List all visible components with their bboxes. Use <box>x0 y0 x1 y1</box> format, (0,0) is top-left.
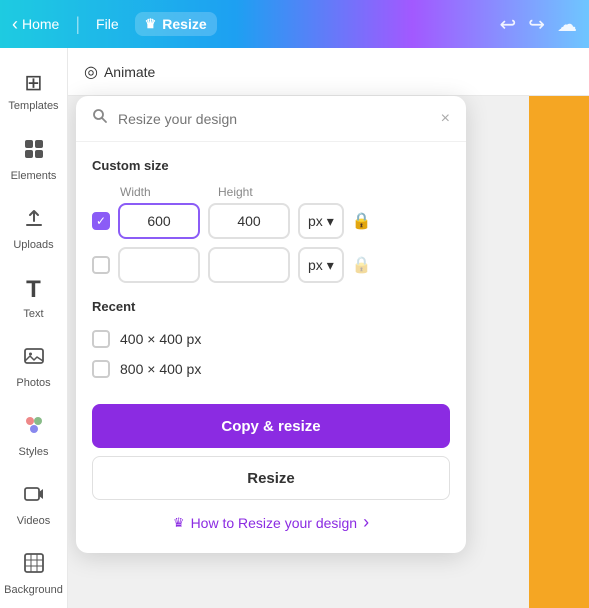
styles-label: Styles <box>19 446 49 458</box>
home-label: Home <box>22 16 59 32</box>
home-button[interactable]: ‹ Home <box>12 14 59 35</box>
uploads-label: Uploads <box>13 239 53 251</box>
width-col-label: Width <box>120 185 202 199</box>
row1-height-input[interactable] <box>208 203 290 239</box>
row1-lock-icon[interactable]: 🔒 <box>352 211 372 231</box>
canvas-yellow-strip <box>529 48 589 608</box>
tab-strip: ◎ Animate <box>68 48 589 96</box>
templates-label: Templates <box>8 100 58 112</box>
videos-icon <box>23 483 45 511</box>
sidebar-item-background[interactable]: Background <box>0 539 68 608</box>
animate-label: Animate <box>104 64 155 80</box>
undo-button[interactable]: ↩ <box>499 12 516 37</box>
how-to-link[interactable]: ♛ How to Resize your design › <box>92 500 450 537</box>
search-bar: × <box>76 96 466 142</box>
size-row-1: ✓ px ▾ 🔒 <box>92 203 450 239</box>
row1-checkbox[interactable]: ✓ <box>92 212 110 230</box>
uploads-icon <box>23 207 45 235</box>
copy-resize-button[interactable]: Copy & resize <box>92 404 450 448</box>
custom-size-label: Custom size <box>92 158 450 173</box>
row1-width-input[interactable] <box>118 203 200 239</box>
search-close-icon[interactable]: × <box>441 110 450 128</box>
size-row-2: px ▾ 🔒 <box>92 247 450 283</box>
row2-lock-icon[interactable]: 🔒 <box>352 255 372 275</box>
main-area: ⊞ Templates Elements Uploads T Text Phot… <box>0 48 589 608</box>
redo-button[interactable]: ↪ <box>528 12 545 37</box>
sidebar-item-styles[interactable]: Styles <box>0 401 68 470</box>
elements-label: Elements <box>11 170 57 182</box>
recent-checkbox-1[interactable] <box>92 330 110 348</box>
row2-width-input[interactable] <box>118 247 200 283</box>
photos-icon <box>23 345 45 373</box>
row2-unit-chevron: ▾ <box>327 257 334 274</box>
row2-unit-label: px <box>308 257 323 273</box>
styles-icon <box>23 414 45 442</box>
row2-checkbox[interactable] <box>92 256 110 274</box>
photos-label: Photos <box>16 377 50 389</box>
topbar-actions: ↩ ↪ ☁ <box>499 12 577 37</box>
sidebar-item-videos[interactable]: Videos <box>0 470 68 539</box>
resize-panel: × Custom size Width Height ✓ px ▾ <box>76 96 466 553</box>
tab-animate[interactable]: ◎ Animate <box>84 62 155 82</box>
text-icon: T <box>26 276 41 304</box>
crown-icon: ♛ <box>145 16 157 32</box>
row2-height-input[interactable] <box>208 247 290 283</box>
background-icon <box>23 552 45 580</box>
recent-checkbox-2[interactable] <box>92 360 110 378</box>
column-labels: Width Height <box>120 185 450 199</box>
row1-unit-chevron: ▾ <box>327 213 334 230</box>
recent-item-1[interactable]: 400 × 400 px <box>92 324 450 354</box>
resize-label: Resize <box>162 16 206 32</box>
animate-circle-icon: ◎ <box>84 62 98 82</box>
topbar: ‹ Home | File ♛ Resize ↩ ↪ ☁ <box>0 0 589 48</box>
row2-unit-select[interactable]: px ▾ <box>298 247 344 283</box>
sidebar-item-templates[interactable]: ⊞ Templates <box>0 56 68 125</box>
how-to-arrow: › <box>363 512 369 533</box>
resize-menu[interactable]: ♛ Resize <box>135 12 217 36</box>
content-area: ◎ Animate × Custom size Width Height <box>68 48 589 608</box>
sidebar: ⊞ Templates Elements Uploads T Text Phot… <box>0 48 68 608</box>
sidebar-item-photos[interactable]: Photos <box>0 332 68 401</box>
how-to-crown-icon: ♛ <box>173 515 185 531</box>
text-label: Text <box>23 308 43 320</box>
search-input[interactable] <box>118 111 431 127</box>
sidebar-item-elements[interactable]: Elements <box>0 125 68 194</box>
height-col-label: Height <box>218 185 300 199</box>
recent-label: Recent <box>92 299 450 314</box>
file-menu[interactable]: File <box>96 16 119 32</box>
elements-icon <box>23 138 45 166</box>
videos-label: Videos <box>17 515 50 527</box>
background-label: Background <box>4 584 63 596</box>
separator: | <box>75 14 80 35</box>
recent-item-2[interactable]: 800 × 400 px <box>92 354 450 384</box>
sidebar-item-uploads[interactable]: Uploads <box>0 194 68 263</box>
row1-unit-label: px <box>308 213 323 229</box>
resize-button[interactable]: Resize <box>92 456 450 500</box>
panel-body: Custom size Width Height ✓ px ▾ 🔒 <box>76 142 466 553</box>
recent-text-2: 800 × 400 px <box>120 361 201 377</box>
cloud-save-button[interactable]: ☁ <box>557 12 577 37</box>
recent-text-1: 400 × 400 px <box>120 331 201 347</box>
how-to-text: How to Resize your design <box>191 515 358 531</box>
row1-unit-select[interactable]: px ▾ <box>298 203 344 239</box>
search-icon <box>92 108 108 129</box>
templates-icon: ⊞ <box>24 70 42 96</box>
back-icon: ‹ <box>12 14 18 35</box>
sidebar-item-text[interactable]: T Text <box>0 263 68 332</box>
